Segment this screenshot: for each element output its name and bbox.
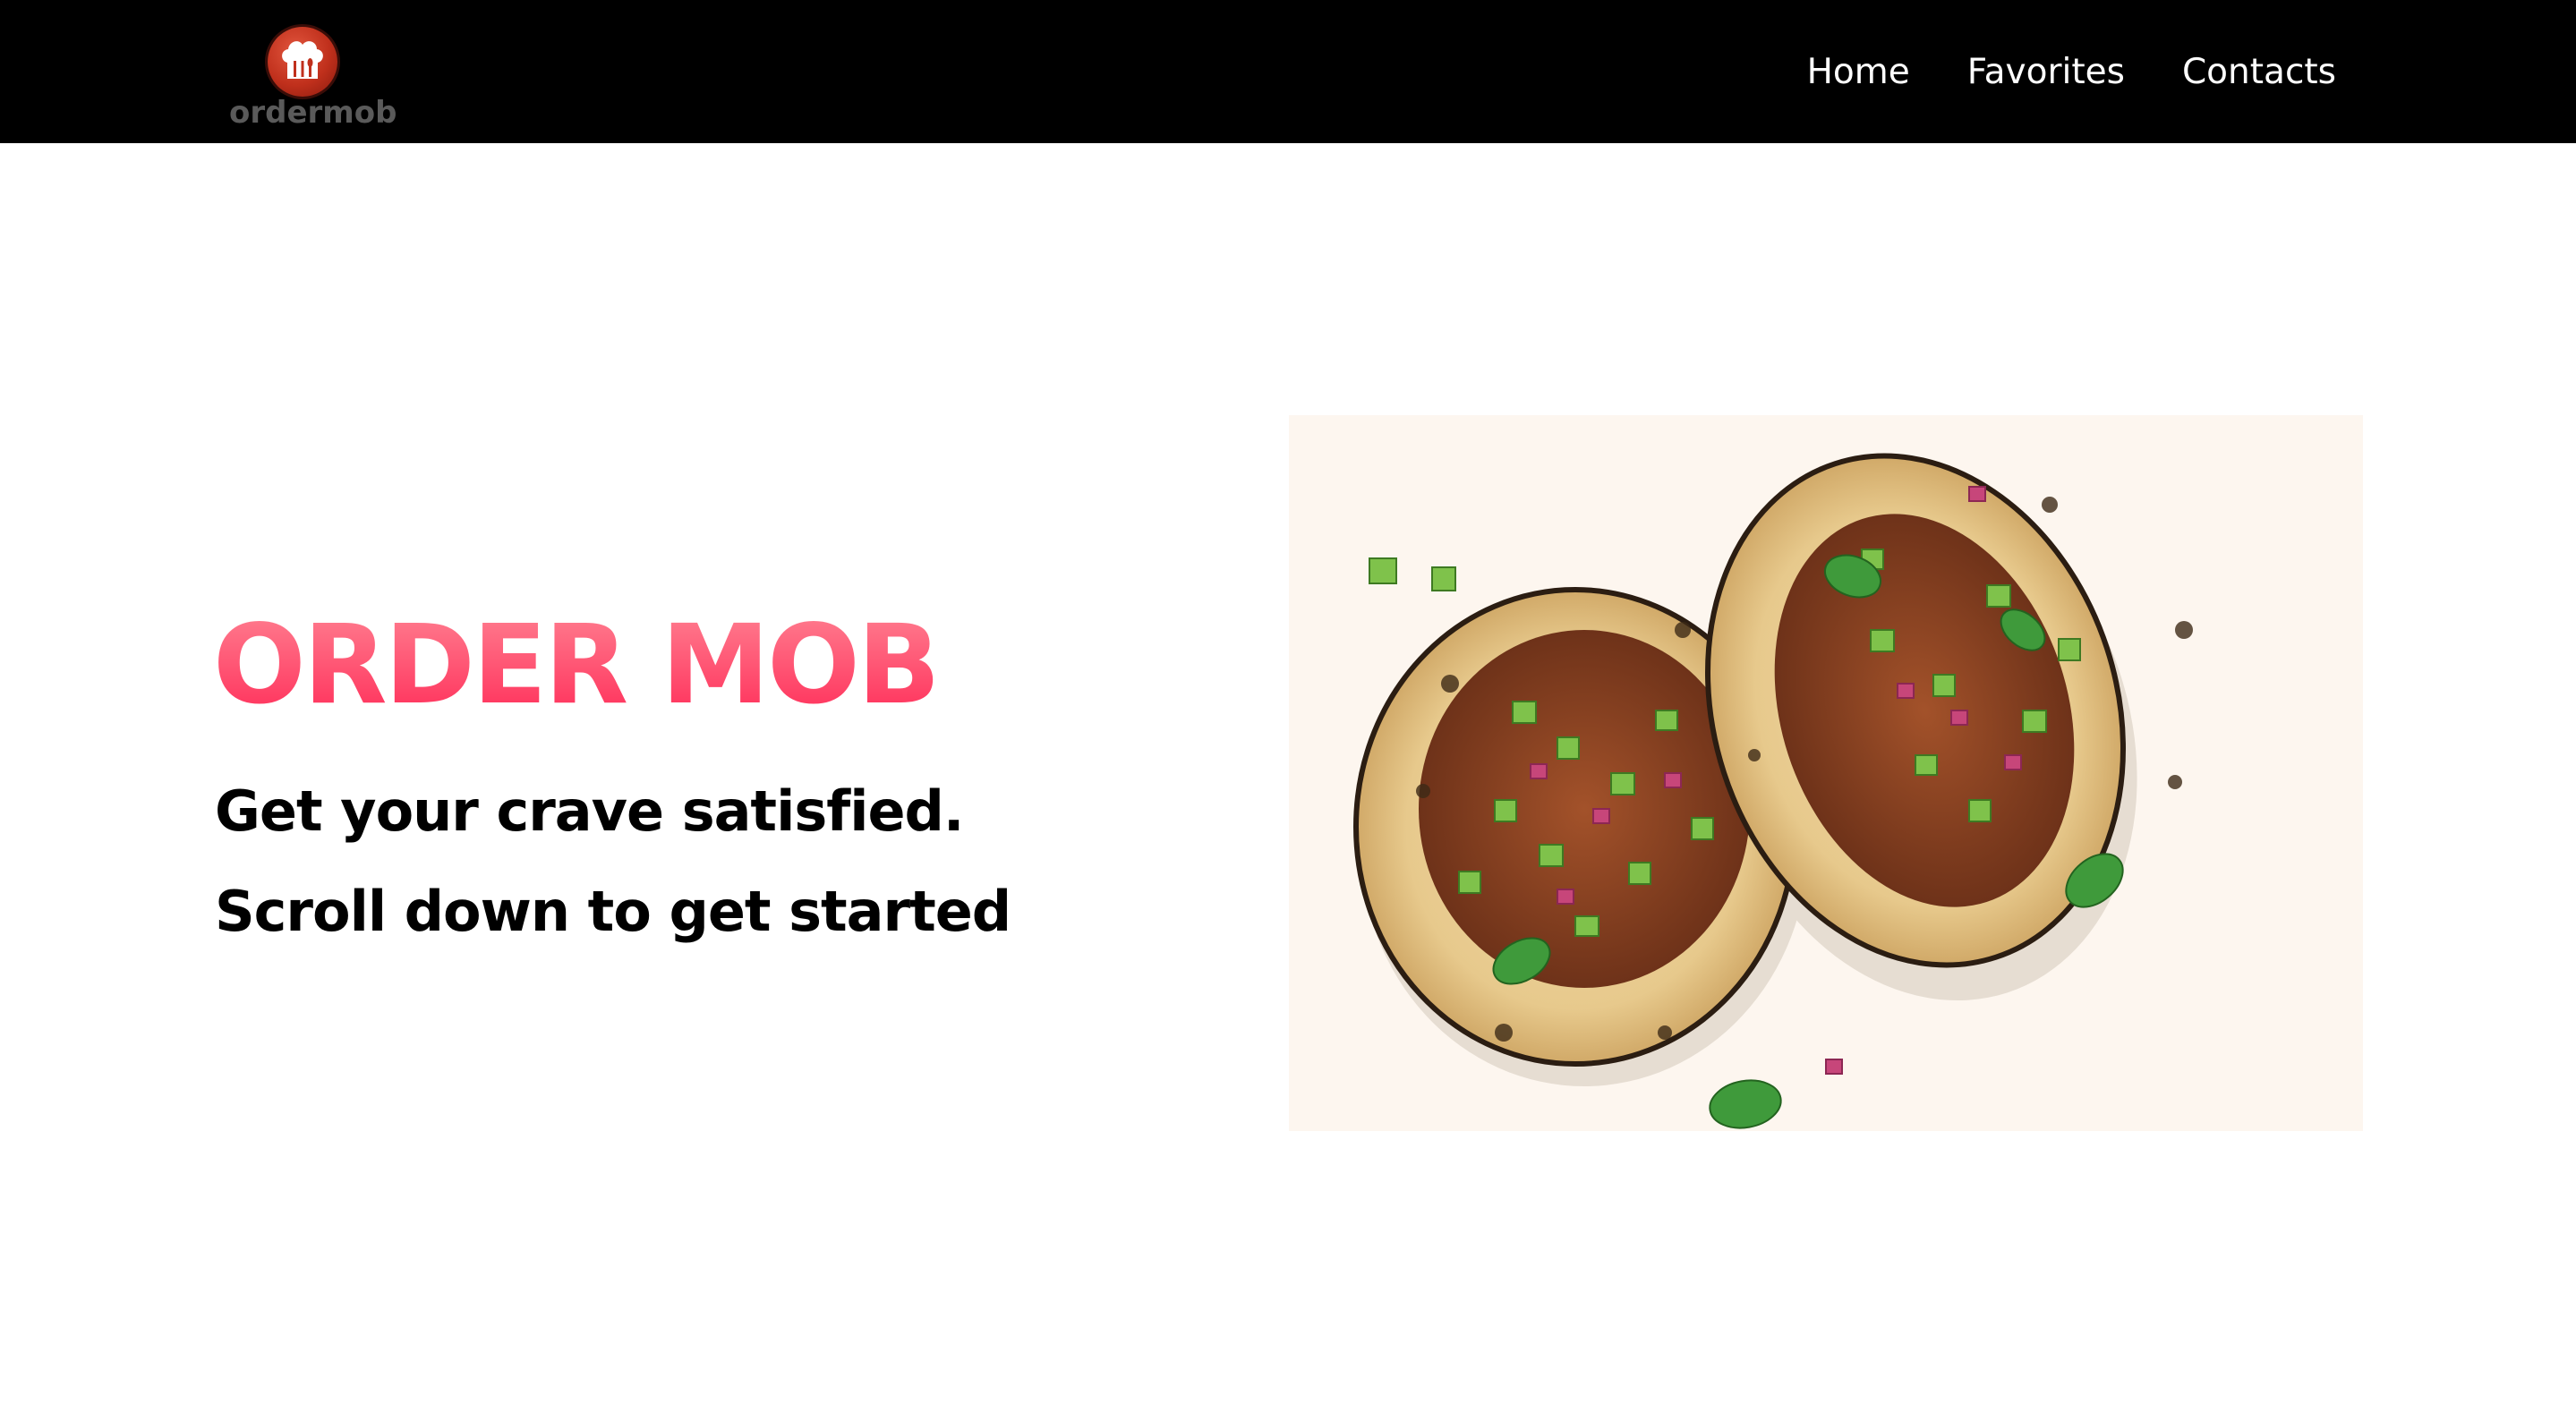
nav-favorites-link[interactable]: Favorites bbox=[1967, 52, 2125, 92]
nav-home-link[interactable]: Home bbox=[1807, 52, 1910, 92]
hero-scroll-hint: Scroll down to get started bbox=[215, 879, 1011, 944]
top-navbar: ordermob Home Favorites Contacts bbox=[0, 0, 2576, 143]
main-nav: Home Favorites Contacts bbox=[1807, 0, 2336, 143]
hero-tagline: Get your crave satisfied. bbox=[215, 778, 964, 844]
hero-title: ORDER MOB bbox=[213, 601, 941, 728]
nav-contacts-link[interactable]: Contacts bbox=[2182, 52, 2336, 92]
tacos-photo bbox=[1289, 415, 2363, 1131]
ordermob-logo[interactable]: ordermob bbox=[229, 21, 397, 131]
logo-wordmark: ordermob bbox=[229, 95, 397, 131]
chef-hat-icon bbox=[268, 27, 337, 97]
